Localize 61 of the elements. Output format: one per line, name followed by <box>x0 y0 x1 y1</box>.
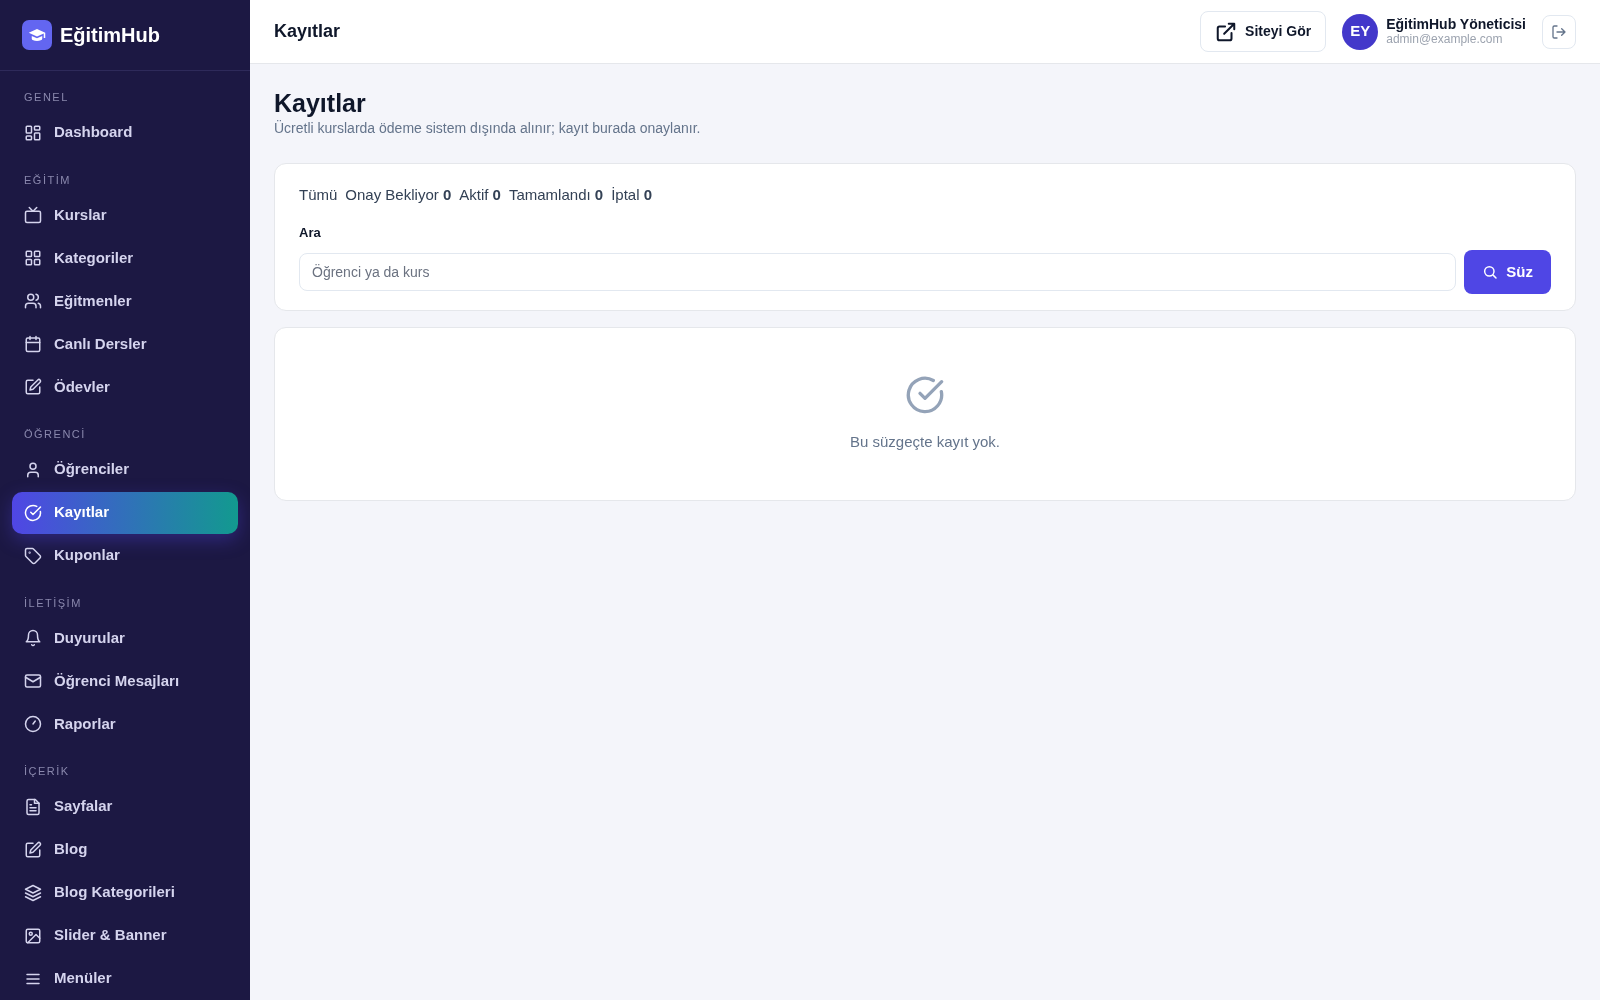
section-label: GENEL <box>23 90 70 105</box>
section-label: İLETİŞİM <box>23 595 83 611</box>
sidebar-item[interactable]: Sayfalar <box>12 785 238 828</box>
document-icon <box>24 797 42 816</box>
user-email: admin@example.com <box>1386 32 1504 46</box>
tv-icon <box>24 206 42 224</box>
search-field[interactable]: Öğrenci ya da kurs <box>299 253 1457 291</box>
sidebar-item[interactable]: Ödevler <box>12 366 238 408</box>
grid-icon <box>24 249 42 267</box>
sidebar-item[interactable]: Blog <box>12 828 238 871</box>
filter-tab[interactable]: Onay Bekliyor 0 <box>345 184 452 207</box>
grid-icon <box>24 123 42 142</box>
search-label: Ara <box>299 223 322 242</box>
sidebar-item[interactable]: Öğrenci Mesajları <box>12 660 238 702</box>
external-link-icon <box>1215 20 1238 43</box>
sidebar-item[interactable]: Canlı Dersler <box>12 323 238 365</box>
sidebar-item[interactable]: Öğrenciler <box>12 448 238 491</box>
mail-icon <box>24 672 42 690</box>
edit-icon <box>24 840 42 859</box>
check-circle-icon <box>905 374 945 415</box>
search-icon <box>1482 264 1499 280</box>
layers-icon <box>24 883 42 902</box>
edit-icon <box>24 378 42 396</box>
user-avatar: EY <box>1342 13 1379 50</box>
sidebar-item[interactable]: Dashboard <box>12 111 238 154</box>
user-icon <box>24 460 42 479</box>
filter-tab[interactable]: Tamamlandı 0 <box>508 184 604 207</box>
sidebar-item[interactable]: Raporlar <box>12 703 238 745</box>
sidebar-item[interactable]: Kurslar <box>12 194 238 236</box>
graduation-cap-icon <box>22 20 52 50</box>
section-label: İÇERİK <box>23 764 71 779</box>
header-title: Kayıtlar <box>274 20 341 43</box>
logout-button[interactable] <box>1542 14 1576 49</box>
sidebar-item[interactable]: Kategoriler <box>12 237 238 279</box>
sidebar-item[interactable]: Slider & Banner <box>12 914 238 957</box>
page-title: Kayıtlar <box>274 88 367 118</box>
brand-name: EğitimHub <box>60 23 160 48</box>
sidebar-item[interactable]: Kayıtlar <box>12 491 238 534</box>
bell-icon <box>24 629 42 647</box>
filter-tab[interactable]: İptal 0 <box>611 184 653 207</box>
calendar-icon <box>24 335 42 353</box>
gauge-icon <box>24 715 42 733</box>
filter-tab[interactable]: Tümü <box>299 184 338 207</box>
sidebar-item[interactable]: Blog Kategorileri <box>12 871 238 914</box>
view-site-button[interactable]: Siteyi Gör <box>1200 11 1327 52</box>
sidebar-item[interactable]: Duyurular <box>12 617 238 659</box>
image-icon <box>24 926 42 945</box>
logout-icon <box>1551 23 1567 40</box>
section-label: ÖĞRENCİ <box>23 427 87 442</box>
empty-message: Bu süzgeçte kayıt yok. <box>849 431 1001 452</box>
sidebar-item[interactable]: Menüler <box>12 957 238 1000</box>
users-icon <box>24 292 42 310</box>
filter-tab[interactable]: Aktif 0 <box>459 184 501 207</box>
page-subtitle: Ücretli kurslarda ödeme sistem dışında alınır; kayıt burada onaylanır. <box>274 119 702 138</box>
sidebar-item[interactable]: Kuponlar <box>12 534 238 577</box>
check-circle-icon <box>24 503 42 522</box>
sidebar-item[interactable]: Eğitmenler <box>12 280 238 322</box>
user-name: EğitimHub Yöneticisi <box>1386 17 1526 33</box>
tag-icon <box>24 546 42 565</box>
filter-button[interactable]: Süz <box>1464 250 1551 294</box>
section-label: EĞİTİM <box>23 172 72 188</box>
